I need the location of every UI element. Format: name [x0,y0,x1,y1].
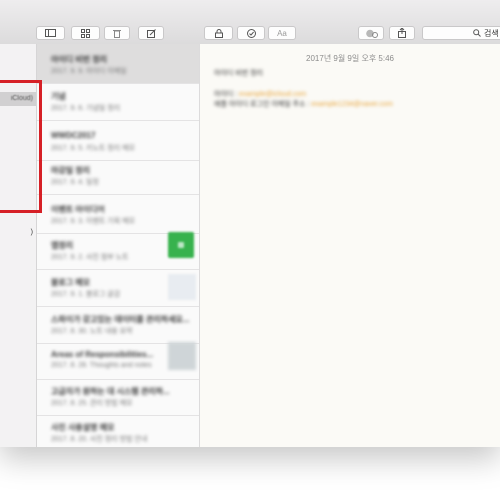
note-snippet: 2017. 9. 3. 이벤트 기획 메모 [51,218,135,225]
highlight-annotation-box [0,80,42,213]
list-item[interactable]: 이벤트 아이디어 2017. 9. 3. 이벤트 기획 메모 [37,194,199,234]
notes-window: Aa 검색 iCloud) ) 아이디 비번 정리 2017. 9. 9. 아이… [0,0,500,447]
trash-icon [113,29,121,38]
checklist-button[interactable] [237,26,265,40]
compose-button[interactable] [138,26,164,40]
email-link[interactable]: example@icloud.com [239,91,306,98]
list-item[interactable]: 마감일 정리 2017. 9. 4. 일정 [37,155,199,195]
note-snippet: 2017. 8. 25. 관리 방법 메모 [51,400,133,407]
note-title: 아이디 비번 정리 [51,55,107,64]
note-snippet: 2017. 8. 28. Thoughts and notes [51,362,152,369]
list-item[interactable]: 아이디 비번 정리 2017. 9. 9. 아이디 이메일 [37,44,199,84]
note-snippet: 2017. 9. 6. 기념일 정리 [51,105,121,112]
note-snippet: 2017. 9. 5. 키노트 정리 메모 [51,145,135,152]
note-snippet: 2017. 8. 30. 노트 내용 요약 [51,328,133,335]
sidebar-toggle-button[interactable] [36,26,65,40]
sidebar-item-account[interactable]: ) [0,226,36,240]
note-line-label: 아이디 : [214,91,238,98]
email-link[interactable]: example1234@naver.com [311,101,392,108]
note-title: 마감일 정리 [51,166,91,175]
list-item[interactable]: 스파이가 갖고있는 데이터를 관리하세요... 2017. 8. 30. 노트 … [37,304,199,344]
note-snippet: 2017. 9. 1. 블로그 글감 [51,291,121,298]
sidebar-toggle-icon [45,29,56,37]
note-title: 앱정리 [51,241,74,250]
search-field[interactable]: 검색 [422,26,500,40]
lock-icon [214,28,223,38]
share-icon [398,28,406,38]
note-title: 이벤트 아이디어 [51,205,105,214]
search-placeholder: 검색 [484,28,499,38]
font-icon: Aa [277,28,287,38]
note-heading: 아이디 비번 정리 [214,70,263,77]
gallery-view-button[interactable] [71,26,100,40]
add-people-button[interactable] [358,26,384,40]
note-title: WWDC2017 [51,131,96,140]
note-title: 블로그 메모 [51,278,91,287]
note-list: 아이디 비번 정리 2017. 9. 9. 아이디 이메일 기념 2017. 9… [37,44,200,447]
note-title: 고급자가 원하는 대 시스템 관리하... [51,387,170,396]
list-item[interactable]: 사진 사용설명 메모 2017. 8. 20. 사진 정리 방법 안내 [37,412,199,447]
note-title: Areas of Responsibilities... [51,350,154,359]
note-line-label: 애플 아이디 로그인 이메일 주소 : [214,101,310,108]
note-editor[interactable]: 2017년 9월 9일 오후 5:46 아이디 비번 정리 아이디 : exam… [200,44,500,447]
compose-icon [146,28,156,38]
note-line-1: 아이디 : example@icloud.com [214,89,306,99]
note-thumbnail-image [168,274,196,300]
note-thumbnail-image [168,232,194,258]
note-snippet: 2017. 8. 20. 사진 정리 방법 안내 [51,436,148,443]
note-title: 기념 [51,92,66,101]
gallery-icon [81,28,90,38]
note-thumbnail-image [168,342,196,370]
note-snippet: 2017. 9. 2. 사진 첨부 노트 [51,254,129,261]
add-people-icon [365,29,378,38]
note-title: 사진 사용설명 메모 [51,423,115,432]
note-title: 스파이가 갖고있는 데이터를 관리하세요... [51,315,190,324]
lock-button[interactable] [204,26,233,40]
delete-button[interactable] [104,26,130,40]
note-snippet: 2017. 9. 4. 일정 [51,179,99,186]
search-icon [473,29,481,37]
note-line-2: 애플 아이디 로그인 이메일 주소 : example1234@naver.co… [214,99,393,109]
list-item[interactable]: 고급자가 원하는 대 시스템 관리하... 2017. 8. 25. 관리 방법… [37,376,199,416]
sidebar-item-label: ) [30,229,33,236]
font-button[interactable]: Aa [268,26,296,40]
note-snippet: 2017. 9. 9. 아이디 이메일 [51,68,127,75]
list-item[interactable]: 기념 2017. 9. 6. 기념일 정리 [37,81,199,121]
share-button[interactable] [389,26,415,40]
toolbar: Aa 검색 [0,0,500,45]
note-date: 2017년 9월 9일 오후 5:46 [306,54,394,63]
checklist-icon [246,28,256,38]
